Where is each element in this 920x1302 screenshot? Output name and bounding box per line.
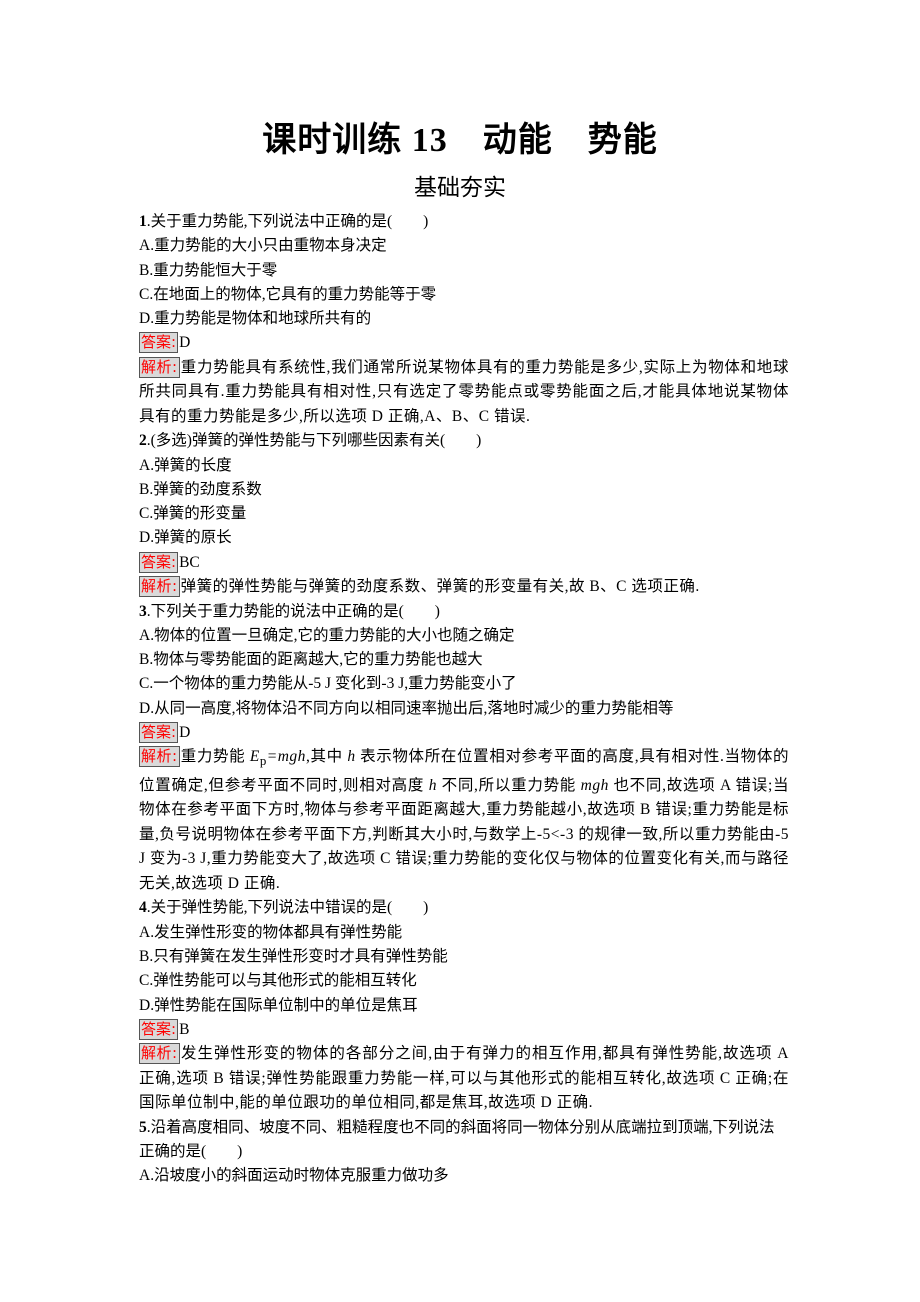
question-stem: 3.下列关于重力势能的说法中正确的是( ) <box>139 600 789 624</box>
question-number: 3 <box>139 602 147 620</box>
question-stem-text: .关于重力势能,下列说法中正确的是( ) <box>146 213 429 230</box>
option-d: D.弹性势能在国际单位制中的单位是焦耳 <box>139 996 418 1014</box>
section-heading: 基础夯实 <box>414 175 506 200</box>
option-c: C.在地面上的物体,它具有的重力势能等于零 <box>139 285 437 303</box>
variable-h: h <box>428 776 437 794</box>
option-d: D.弹簧的原长 <box>139 529 232 547</box>
analysis-label: 解析: <box>139 356 180 378</box>
option-b: B.重力势能恒大于零 <box>139 261 278 279</box>
variable-h: h <box>347 748 356 766</box>
answer-value: D <box>179 334 191 352</box>
analysis-text: 重力势能具有系统性,我们通常所说某物体具有的重力势能是多少,实际上为物体和地球所… <box>139 358 789 425</box>
option-c: C.一个物体的重力势能从-5 J 变化到-3 J,重力势能变小了 <box>139 675 517 693</box>
analysis-text: 发生弹性形变的物体的各部分之间,由于有弹力的相互作用,都具有弹性势能,故选项 A… <box>139 1045 789 1112</box>
answer-row: 答案: BC <box>139 551 789 575</box>
answer-label: 答案: <box>139 332 179 354</box>
option-a: A.弹簧的长度 <box>139 456 232 474</box>
answer-row: 答案: D <box>139 331 789 355</box>
option-a: A.物体的位置一旦确定,它的重力势能的大小也随之确定 <box>139 626 515 644</box>
question-1: 1.关于重力势能,下列说法中正确的是( ) A.重力势能的大小只由重物本身决定 … <box>139 210 789 429</box>
option-a: A.重力势能的大小只由重物本身决定 <box>139 237 387 255</box>
answer-label: 答案: <box>139 1018 179 1040</box>
formula-e: E <box>249 748 260 766</box>
question-number: 1 <box>139 213 147 230</box>
analysis-text-5: 也不同,故选项 A 错误;当物体在参考平面下方时,物体与参考平面距离越大,重力势… <box>139 776 789 892</box>
page-title: 课时训练 13 动能 势能 <box>262 122 658 159</box>
question-stem-text: .沿着高度相同、坡度不同、粗糙程度也不同的斜面将同一物体分别从底端拉到顶端,下列… <box>139 1118 775 1161</box>
analysis-row: 解析: 重力势能具有系统性,我们通常所说某物体具有的重力势能是多少,实际上为物体和… <box>139 356 789 430</box>
analysis-text-4: 不同,所以重力势能 <box>436 776 581 794</box>
analysis-row: 解析: 发生弹性形变的物体的各部分之间,由于有弹力的相互作用,都具有弹性势能,故选… <box>139 1042 789 1116</box>
question-stem: 4.关于弹性势能,下列说法中错误的是( ) <box>139 896 789 920</box>
formula-rest: =mgh <box>266 748 306 766</box>
document-page: 课时训练 13 动能 势能 基础夯实 1.关于重力势能,下列说法中正确的是( )… <box>0 0 920 1302</box>
analysis-label: 解析: <box>139 1043 180 1065</box>
answer-row: 答案: D <box>139 721 789 745</box>
question-2: 2.(多选)弹簧的弹性势能与下列哪些因素有关( ) A.弹簧的长度 B.弹簧的劲… <box>139 429 789 599</box>
answer-value: BC <box>179 553 200 571</box>
formula-subscript: p <box>259 753 267 769</box>
analysis-label: 解析: <box>139 576 180 598</box>
question-5: 5.沿着高度相同、坡度不同、粗糙程度也不同的斜面将同一物体分别从底端拉到顶端,下… <box>139 1116 789 1189</box>
answer-label: 答案: <box>139 551 179 573</box>
question-stem: 1.关于重力势能,下列说法中正确的是( ) <box>139 210 789 234</box>
option-a: A.发生弹性形变的物体都具有弹性势能 <box>139 923 403 941</box>
question-number: 2 <box>139 432 147 450</box>
option-c: C.弹性势能可以与其他形式的能相互转化 <box>139 972 417 990</box>
answer-label: 答案: <box>139 722 179 744</box>
answer-value: B <box>179 1020 190 1038</box>
question-stem: 5.沿着高度相同、坡度不同、粗糙程度也不同的斜面将同一物体分别从底端拉到顶端,下… <box>139 1116 789 1165</box>
question-3: 3.下列关于重力势能的说法中正确的是( ) A.物体的位置一旦确定,它的重力势能… <box>139 600 789 897</box>
option-d: D.重力势能是物体和地球所共有的 <box>139 310 372 328</box>
option-d: D.从同一高度,将物体沿不同方向以相同速率抛出后,落地时减少的重力势能相等 <box>139 699 674 717</box>
option-c: C.弹簧的形变量 <box>139 505 247 523</box>
option-b: B.物体与零势能面的距离越大,它的重力势能也越大 <box>139 651 483 669</box>
question-4: 4.关于弹性势能,下列说法中错误的是( ) A.发生弹性形变的物体都具有弹性势能… <box>139 896 789 1115</box>
option-a: A.沿坡度小的斜面运动时物体克服重力做功多 <box>139 1167 449 1185</box>
answer-row: 答案: B <box>139 1018 789 1042</box>
analysis-row: 解析: 重力势能 Ep=mgh,其中 h 表示物体所在位置相对参考平面的高度,具有… <box>139 745 789 896</box>
analysis-row: 解析: 弹簧的弹性势能与弹簧的劲度系数、弹簧的形变量有关,故 B、C 选项正确. <box>139 575 789 600</box>
question-number: 4 <box>139 899 147 917</box>
analysis-text-1: 重力势能 <box>180 748 250 766</box>
question-stem-text: .(多选)弹簧的弹性势能与下列哪些因素有关( ) <box>146 432 482 450</box>
question-stem-text: .下列关于重力势能的说法中正确的是( ) <box>146 602 440 620</box>
analysis-text: 弹簧的弹性势能与弹簧的劲度系数、弹簧的形变量有关,故 B、C 选项正确. <box>180 578 700 596</box>
analysis-text-2: ,其中 <box>305 748 348 766</box>
question-stem: 2.(多选)弹簧的弹性势能与下列哪些因素有关( ) <box>139 429 789 453</box>
option-b: B.只有弹簧在发生弹性形变时才具有弹性势能 <box>139 948 448 966</box>
option-b: B.弹簧的劲度系数 <box>139 480 262 498</box>
questions-content: 1.关于重力势能,下列说法中正确的是( ) A.重力势能的大小只由重物本身决定 … <box>139 210 789 1189</box>
variable-mgh: mgh <box>580 776 609 794</box>
question-stem-text: .关于弹性势能,下列说法中错误的是( ) <box>146 899 429 917</box>
question-number: 5 <box>139 1118 147 1136</box>
analysis-label: 解析: <box>139 746 180 768</box>
answer-value: D <box>179 724 191 742</box>
